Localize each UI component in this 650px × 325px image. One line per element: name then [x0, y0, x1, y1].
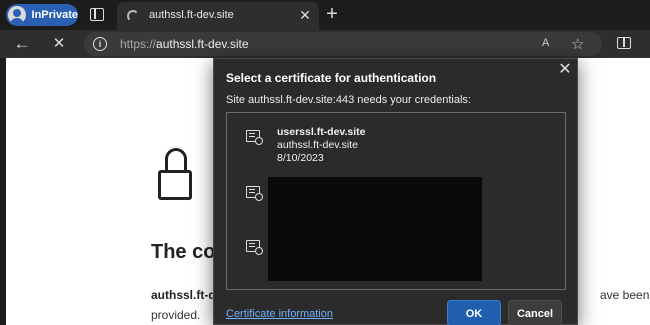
- unlocked-padlock-icon: [158, 148, 192, 200]
- certificate-subject: userssl.ft-dev.site: [277, 126, 366, 138]
- certificate-item[interactable]: [227, 230, 565, 286]
- loading-spinner-icon: [127, 10, 139, 22]
- inprivate-profile-button[interactable]: InPrivate: [6, 4, 78, 26]
- favorite-star-icon[interactable]: ☆: [571, 35, 584, 53]
- page-heading: The co: [151, 241, 216, 263]
- dialog-message: Site authssl.ft-dev.site:443 needs your …: [226, 94, 471, 106]
- page-text-line2: provided.: [151, 308, 201, 322]
- certificate-item[interactable]: [227, 173, 565, 234]
- dialog-title: Select a certificate for authentication: [226, 71, 437, 85]
- url-host: authssl.ft-dev.site: [156, 37, 249, 51]
- redacted-block: [268, 231, 482, 281]
- redacted-block: [268, 177, 482, 234]
- cancel-button[interactable]: Cancel: [508, 300, 562, 325]
- certificate-date: 8/10/2023: [277, 152, 324, 164]
- read-aloud-icon[interactable]: A: [542, 37, 549, 49]
- address-toolbar: ← ✕ i https://authssl.ft-dev.site A ☆: [0, 30, 650, 58]
- new-tab-button[interactable]: +: [323, 4, 341, 24]
- profile-avatar-icon: [8, 6, 26, 24]
- certificate-information-link[interactable]: Certificate information: [226, 308, 333, 320]
- site-info-icon[interactable]: i: [93, 37, 107, 51]
- certificate-icon: [246, 186, 263, 201]
- url-text[interactable]: https://authssl.ft-dev.site: [120, 37, 249, 51]
- split-screen-icon[interactable]: [617, 37, 631, 49]
- tab-actions-icon[interactable]: [90, 8, 104, 21]
- ok-button[interactable]: OK: [447, 300, 501, 325]
- inprivate-label: InPrivate: [31, 9, 78, 21]
- back-arrow-icon[interactable]: ←: [12, 34, 32, 54]
- tab-close-icon[interactable]: ✕: [297, 6, 313, 24]
- url-scheme: https://: [120, 37, 157, 51]
- certificate-item[interactable]: userssl.ft-dev.site authssl.ft-dev.site …: [227, 117, 565, 173]
- address-bar[interactable]: i https://authssl.ft-dev.site A ☆: [84, 32, 602, 56]
- stop-loading-icon[interactable]: ✕: [49, 34, 69, 54]
- certificate-icon: [246, 240, 263, 255]
- dialog-close-icon[interactable]: ✕: [556, 61, 574, 79]
- page-site-name: authssl.ft-d: [151, 288, 216, 302]
- certificate-icon: [246, 130, 263, 145]
- browser-tab[interactable]: authssl.ft-dev.site ✕: [117, 2, 319, 30]
- certificate-dialog: Select a certificate for authentication …: [213, 58, 578, 325]
- certificate-issuer: authssl.ft-dev.site: [277, 139, 358, 151]
- tab-strip: InPrivate authssl.ft-dev.site ✕ +: [0, 0, 650, 30]
- certificate-list[interactable]: userssl.ft-dev.site authssl.ft-dev.site …: [226, 112, 566, 290]
- tab-title: authssl.ft-dev.site: [149, 9, 234, 21]
- page-text-tail: ave been: [600, 288, 650, 302]
